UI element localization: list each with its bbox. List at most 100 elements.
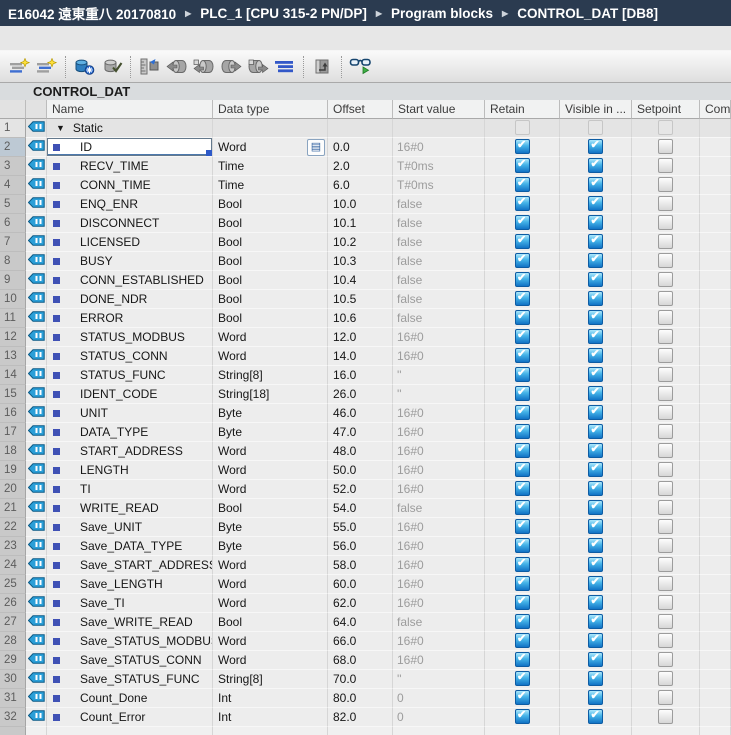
offset-cell[interactable]: 10.4 (328, 271, 393, 290)
offset-cell[interactable]: 10.2 (328, 233, 393, 252)
retain-checkbox[interactable] (514, 138, 530, 155)
name-cell[interactable]: BUSY (47, 252, 213, 271)
datatype-cell[interactable]: Word (213, 461, 328, 480)
comment-cell[interactable] (700, 252, 731, 271)
visible-checkbox[interactable] (588, 138, 603, 155)
setpoint-checkbox[interactable] (658, 215, 673, 231)
visible-checkbox[interactable] (588, 499, 603, 516)
comment-cell[interactable] (700, 385, 731, 404)
comment-cell[interactable] (700, 347, 731, 366)
visible-checkbox[interactable] (588, 461, 603, 478)
visible-checkbox[interactable] (588, 480, 603, 497)
startvalue-cell[interactable]: 16#0 (393, 651, 485, 670)
setpoint-checkbox[interactable] (658, 253, 673, 269)
setpoint-checkbox[interactable] (658, 576, 673, 592)
retain-checkbox[interactable] (514, 613, 530, 630)
startvalue-cell[interactable]: '' (393, 670, 485, 689)
row-number[interactable]: 9 (0, 271, 26, 290)
row-number[interactable]: 29 (0, 651, 26, 670)
name-cell[interactable]: Save_WRITE_READ (47, 613, 213, 632)
row-number[interactable]: 22 (0, 518, 26, 537)
offset-cell[interactable]: 14.0 (328, 347, 393, 366)
startvalue-cell[interactable]: false (393, 290, 485, 309)
visible-checkbox[interactable] (588, 651, 603, 668)
retain-checkbox[interactable] (514, 233, 530, 250)
datatype-picker-button[interactable]: ▤ (307, 139, 325, 156)
row-number[interactable]: 17 (0, 423, 26, 442)
setpoint-checkbox[interactable] (658, 310, 673, 326)
datatype-cell[interactable]: String[8] (213, 366, 328, 385)
offset-cell[interactable]: 46.0 (328, 404, 393, 423)
retain-checkbox[interactable] (514, 651, 530, 668)
datatype-cell[interactable]: Bool (213, 309, 328, 328)
import-left-badge-button[interactable] (190, 55, 217, 79)
comment-cell[interactable] (700, 537, 731, 556)
keep-actual-values-button[interactable] (71, 55, 98, 79)
setpoint-checkbox[interactable] (658, 519, 673, 535)
setpoint-checkbox[interactable] (658, 443, 673, 459)
comment-cell[interactable] (700, 632, 731, 651)
retain-checkbox[interactable] (514, 290, 530, 307)
name-cell[interactable]: ERROR (47, 309, 213, 328)
offset-cell[interactable] (328, 119, 393, 138)
row-number[interactable]: 1 (0, 119, 26, 138)
comment-cell[interactable] (700, 480, 731, 499)
retain-checkbox[interactable] (514, 499, 530, 516)
startvalue-cell[interactable]: 16#0 (393, 423, 485, 442)
comment-cell[interactable] (700, 461, 731, 480)
setpoint-checkbox[interactable] (658, 614, 673, 630)
datatype-cell[interactable]: Byte (213, 404, 328, 423)
name-cell[interactable]: CONN_TIME (47, 176, 213, 195)
column-header-com[interactable]: Com (700, 100, 731, 119)
comment-cell[interactable] (700, 613, 731, 632)
row-number[interactable]: 32 (0, 708, 26, 727)
breadcrumb-segment[interactable]: E16042 遠東重八 20170810 (8, 3, 176, 23)
row-number[interactable]: 15 (0, 385, 26, 404)
comment-cell[interactable] (700, 119, 731, 138)
offset-cell[interactable]: 6.0 (328, 176, 393, 195)
datatype-cell[interactable]: Word (213, 575, 328, 594)
datatype-cell[interactable]: Bool (213, 252, 328, 271)
retain-checkbox[interactable] (514, 309, 530, 326)
comment-cell[interactable] (700, 366, 731, 385)
row-number[interactable]: 4 (0, 176, 26, 195)
setpoint-checkbox[interactable] (658, 538, 673, 554)
row-number[interactable]: 26 (0, 594, 26, 613)
visible-checkbox[interactable] (588, 290, 603, 307)
datatype-cell[interactable]: Word (213, 480, 328, 499)
comment-cell[interactable] (700, 290, 731, 309)
startvalue-cell[interactable]: false (393, 252, 485, 271)
name-cell[interactable]: DATA_TYPE (47, 423, 213, 442)
startvalue-cell[interactable]: '' (393, 366, 485, 385)
name-cell[interactable]: Count_Error (47, 708, 213, 727)
offset-cell[interactable]: 50.0 (328, 461, 393, 480)
comment-cell[interactable] (700, 271, 731, 290)
retain-checkbox[interactable] (514, 176, 530, 193)
setpoint-checkbox[interactable] (658, 291, 673, 307)
retain-checkbox[interactable] (514, 252, 530, 269)
offset-cell[interactable]: 10.0 (328, 195, 393, 214)
offset-cell[interactable]: 10.1 (328, 214, 393, 233)
name-cell[interactable]: TI (47, 480, 213, 499)
name-cell[interactable]: RECV_TIME (47, 157, 213, 176)
row-number[interactable]: 13 (0, 347, 26, 366)
datatype-cell[interactable]: Word (213, 651, 328, 670)
setpoint-checkbox[interactable] (658, 595, 673, 611)
offset-cell[interactable]: 10.3 (328, 252, 393, 271)
comment-cell[interactable] (700, 499, 731, 518)
breadcrumb-segment[interactable]: PLC_1 [CPU 315-2 PN/DP] (200, 6, 367, 21)
update-interface-button[interactable] (309, 55, 336, 79)
offset-cell[interactable]: 80.0 (328, 689, 393, 708)
name-cell[interactable]: STATUS_FUNC (47, 366, 213, 385)
comment-cell[interactable] (700, 157, 731, 176)
comment-cell[interactable] (700, 518, 731, 537)
retain-checkbox[interactable] (514, 404, 530, 421)
visible-checkbox[interactable] (588, 689, 603, 706)
comment-cell[interactable] (700, 214, 731, 233)
retain-checkbox[interactable] (514, 461, 530, 478)
retain-checkbox[interactable] (514, 537, 530, 554)
row-number[interactable]: 21 (0, 499, 26, 518)
setpoint-checkbox[interactable] (658, 481, 673, 497)
offset-cell[interactable]: 52.0 (328, 480, 393, 499)
export-right-badge-button[interactable] (244, 55, 271, 79)
